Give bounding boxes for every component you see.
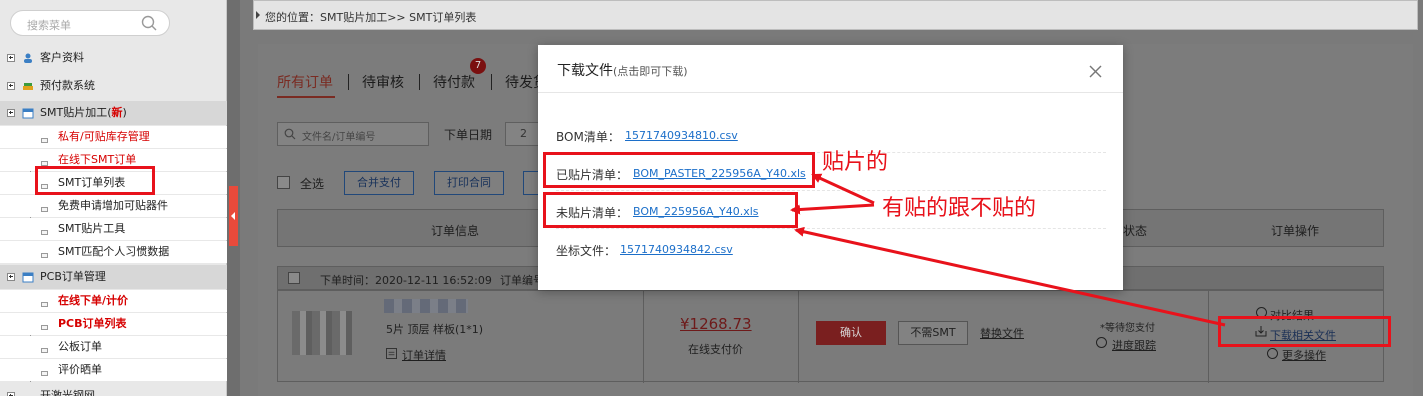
annotation-arrow-download [794,226,1226,327]
annotation-arrows [790,173,1226,327]
annotation-arrow-unpasted [790,203,875,215]
annotation-arrow-pasted [811,173,875,205]
